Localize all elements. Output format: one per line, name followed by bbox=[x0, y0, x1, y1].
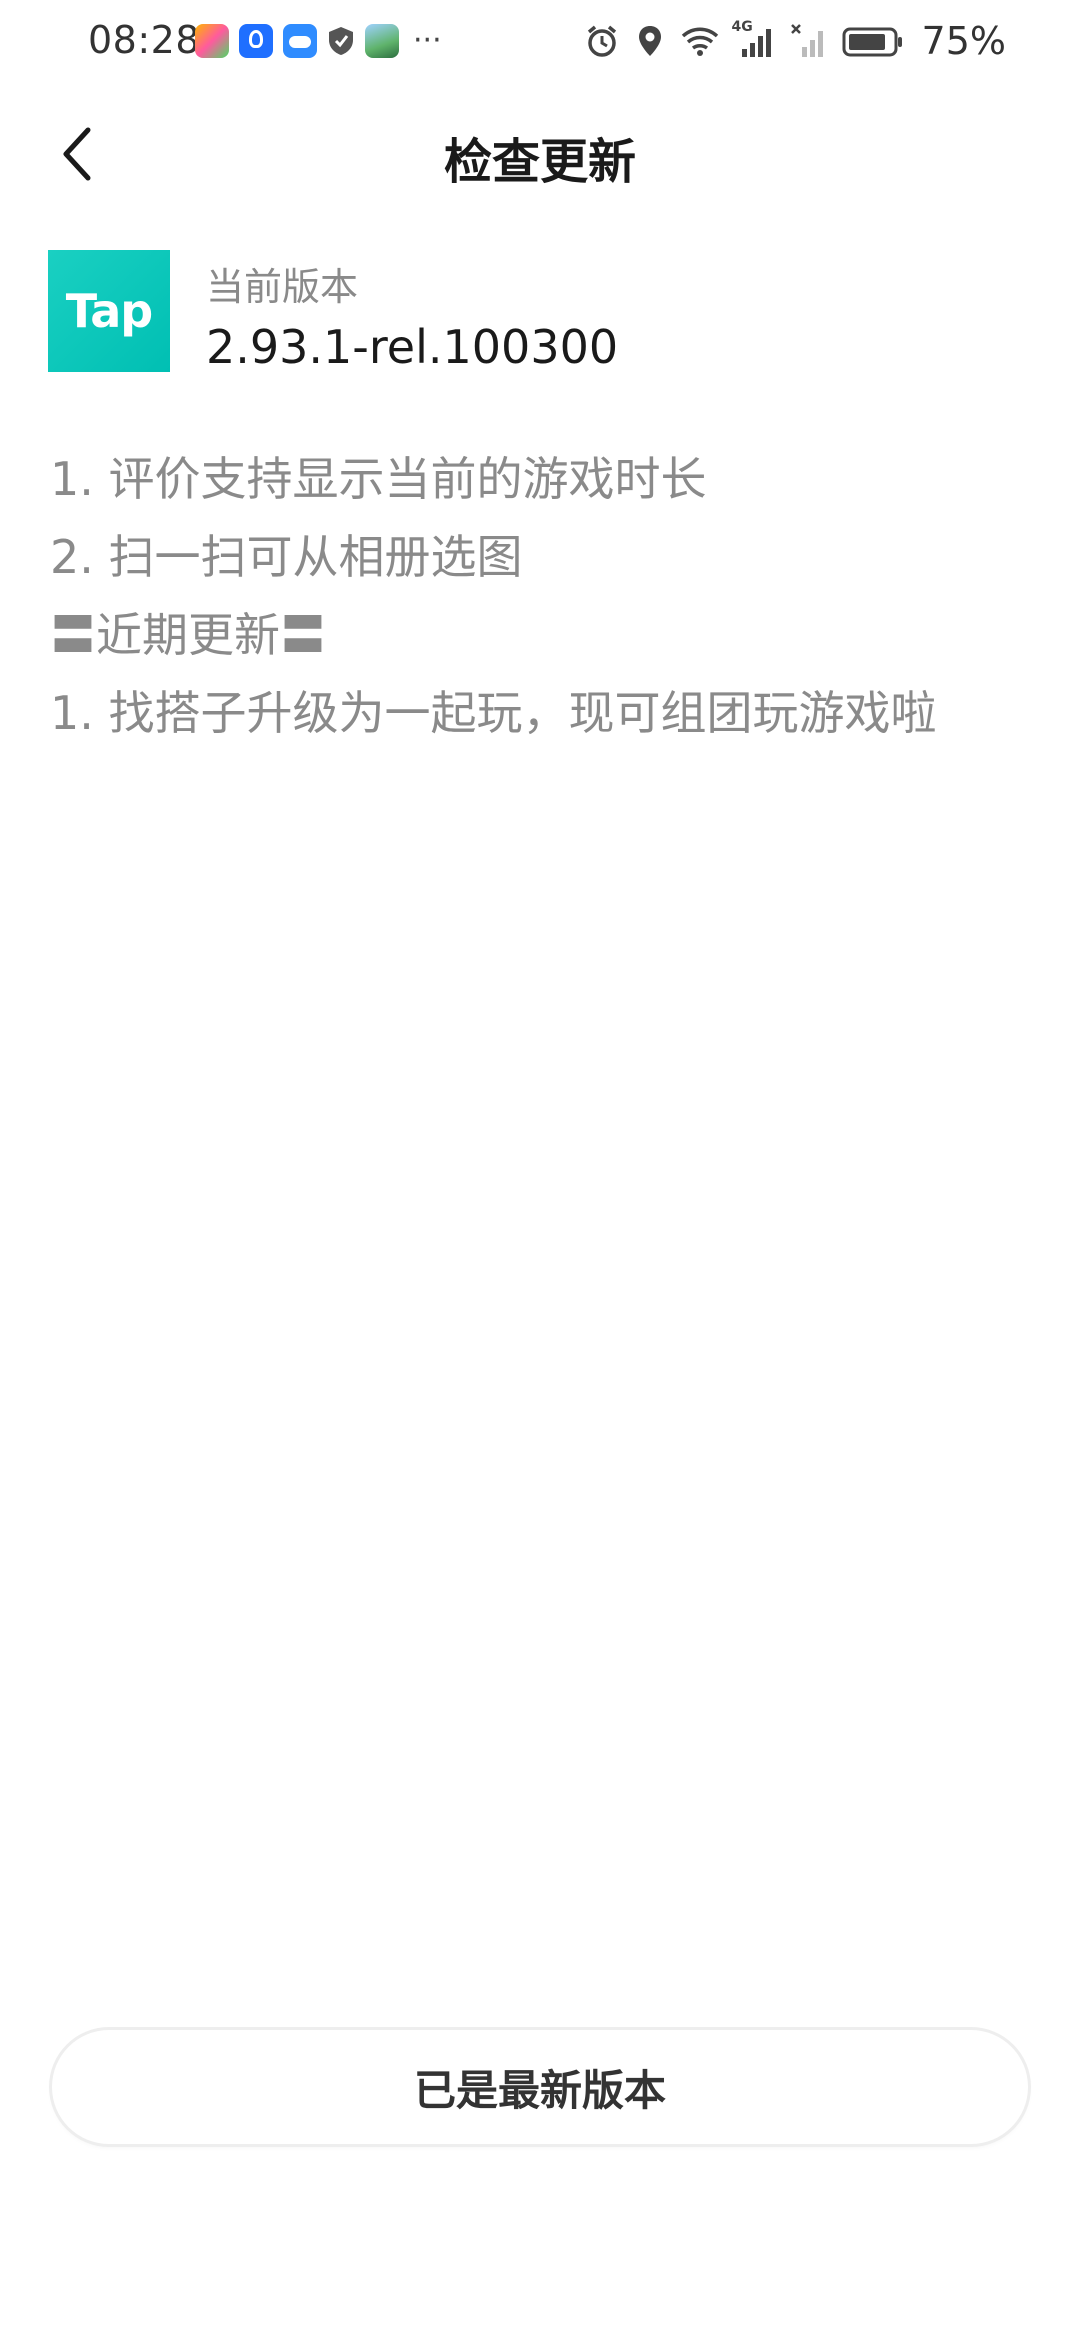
system-icons: 4G 75% bbox=[584, 19, 1006, 63]
signal-4g-icon: 4G bbox=[732, 19, 778, 59]
up-to-date-button-label: 已是最新版本 bbox=[413, 2065, 666, 2115]
changelog-line: 1. 找搭子升级为一起玩，现可组团玩游戏啦 bbox=[50, 686, 937, 740]
game-app-icon bbox=[195, 24, 229, 58]
weather-app-icon bbox=[283, 24, 317, 58]
app-logo: Tap bbox=[48, 250, 170, 372]
signal-no-sim-icon bbox=[790, 24, 823, 57]
more-notifications-icon: ··· bbox=[413, 23, 442, 58]
changelog-section-heading: 〓近期更新〓 bbox=[50, 608, 326, 662]
status-bar: 08:28 ··· 4G 75% bbox=[0, 0, 1080, 84]
app-logo-text: Tap bbox=[65, 284, 153, 338]
top-app-bar: 检查更新 bbox=[0, 104, 1080, 204]
current-version-value: 2.93.1-rel.100300 bbox=[206, 320, 619, 374]
page-title: 检查更新 bbox=[443, 134, 636, 190]
up-to-date-button[interactable]: 已是最新版本 bbox=[52, 2030, 1028, 2144]
wifi-icon bbox=[681, 27, 718, 56]
photo-app-icon bbox=[365, 24, 399, 58]
alarm-icon bbox=[587, 25, 616, 57]
shield-icon bbox=[327, 25, 355, 57]
notification-icons: ··· bbox=[195, 22, 442, 60]
changelog-line: 2. 扫一扫可从相册选图 bbox=[50, 530, 523, 584]
battery-icon bbox=[842, 27, 902, 57]
bulb-app-icon bbox=[239, 24, 273, 58]
battery-percent: 75% bbox=[921, 19, 1006, 63]
changelog-line: 1. 评价支持显示当前的游戏时长 bbox=[50, 452, 707, 506]
location-icon bbox=[638, 26, 661, 56]
current-version-label: 当前版本 bbox=[206, 265, 359, 309]
screen: 08:28 ··· 4G 75% 检查更新 Tap 当前版本 2.93.1-re… bbox=[0, 0, 1080, 2340]
changelog: 1. 评价支持显示当前的游戏时长 2. 扫一扫可从相册选图 〓近期更新〓 1. … bbox=[50, 440, 1040, 752]
status-time: 08:28 bbox=[88, 18, 201, 62]
